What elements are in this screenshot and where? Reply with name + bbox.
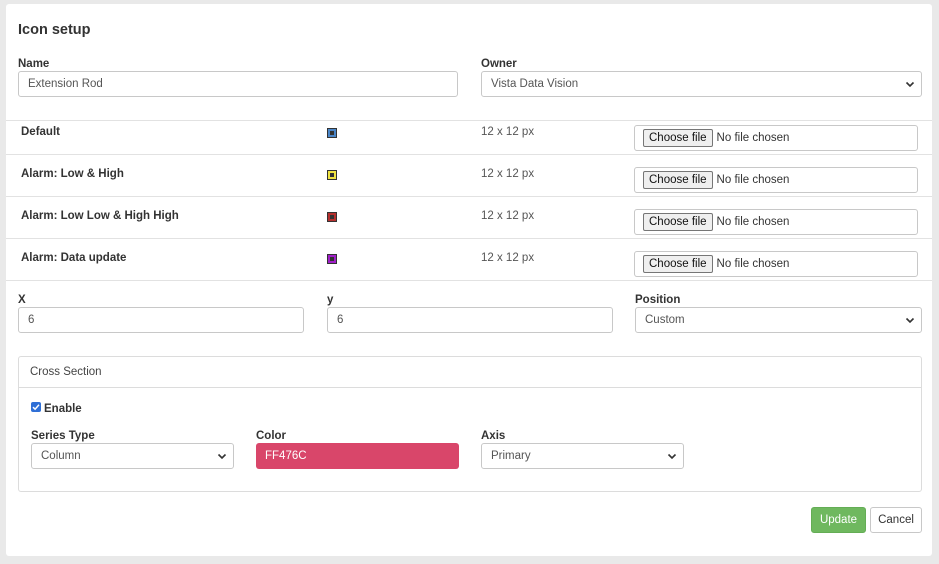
divider — [6, 280, 932, 281]
file-status: No file chosen — [716, 258, 790, 270]
choose-file-button[interactable]: Choose file — [643, 213, 713, 231]
divider — [6, 120, 932, 121]
name-input-value: Extension Rod — [28, 78, 103, 90]
x-input-value: 6 — [28, 314, 35, 326]
alarm-data-update-icon — [327, 254, 337, 264]
dialog-title: Icon setup — [18, 22, 91, 38]
color-value: FF476C — [265, 450, 307, 462]
y-input[interactable]: 6 — [327, 307, 613, 333]
file-input-default[interactable]: Choose file No file chosen — [634, 125, 918, 151]
y-input-value: 6 — [337, 314, 344, 326]
icon-size: 12 x 12 px — [481, 126, 535, 138]
chevron-down-icon — [905, 317, 915, 324]
series-type-label: Series Type — [31, 430, 95, 442]
y-label: y — [327, 294, 334, 306]
icon-row-name: Alarm: Data update — [21, 252, 127, 264]
file-input-alarm-low-high[interactable]: Choose file No file chosen — [634, 167, 918, 193]
name-input[interactable]: Extension Rod — [18, 71, 458, 97]
choose-file-button[interactable]: Choose file — [643, 129, 713, 147]
cross-section-card: Cross Section Enable Series Type Column … — [18, 356, 922, 492]
chevron-down-icon — [905, 81, 915, 88]
icon-row-name: Alarm: Low Low & High High — [21, 210, 179, 222]
axis-value: Primary — [491, 450, 531, 462]
icon-size: 12 x 12 px — [481, 210, 535, 222]
position-select[interactable]: Custom — [635, 307, 922, 333]
divider — [6, 238, 932, 239]
choose-file-button[interactable]: Choose file — [643, 255, 713, 273]
x-input[interactable]: 6 — [18, 307, 304, 333]
divider — [6, 196, 932, 197]
x-label: X — [18, 294, 26, 306]
color-input[interactable]: FF476C — [256, 443, 459, 469]
file-input-alarm-data-update[interactable]: Choose file No file chosen — [634, 251, 918, 277]
file-status: No file chosen — [716, 132, 790, 144]
checkmark-icon — [32, 404, 40, 411]
divider — [6, 154, 932, 155]
icon-row-name: Alarm: Low & High — [21, 168, 124, 180]
file-status: No file chosen — [716, 216, 790, 228]
axis-label: Axis — [481, 430, 506, 442]
chevron-down-icon — [667, 453, 677, 460]
color-label: Color — [256, 430, 287, 442]
name-label: Name — [18, 58, 50, 70]
chevron-down-icon — [217, 453, 227, 460]
update-button[interactable]: Update — [811, 507, 866, 533]
icon-setup-panel: Icon setup Name Extension Rod Owner Vist… — [6, 4, 932, 556]
owner-select[interactable]: Vista Data Vision — [481, 71, 922, 97]
cancel-button[interactable]: Cancel — [870, 507, 922, 533]
choose-file-button[interactable]: Choose file — [643, 171, 713, 189]
cross-section-header: Cross Section — [19, 357, 921, 388]
position-select-value: Custom — [645, 314, 685, 326]
default-icon — [327, 128, 337, 138]
enable-checkbox[interactable] — [31, 402, 41, 412]
enable-label: Enable — [44, 403, 82, 415]
owner-select-value: Vista Data Vision — [491, 78, 579, 90]
alarm-low-high-icon — [327, 170, 337, 180]
icon-row-name: Default — [21, 126, 60, 138]
series-type-select[interactable]: Column — [31, 443, 234, 469]
series-type-value: Column — [41, 450, 81, 462]
axis-select[interactable]: Primary — [481, 443, 684, 469]
file-status: No file chosen — [716, 174, 790, 186]
icon-size: 12 x 12 px — [481, 252, 535, 264]
position-label: Position — [635, 294, 681, 306]
file-input-alarm-lowlow-highhigh[interactable]: Choose file No file chosen — [634, 209, 918, 235]
icon-size: 12 x 12 px — [481, 168, 535, 180]
owner-label: Owner — [481, 58, 517, 70]
alarm-lowlow-highhigh-icon — [327, 212, 337, 222]
